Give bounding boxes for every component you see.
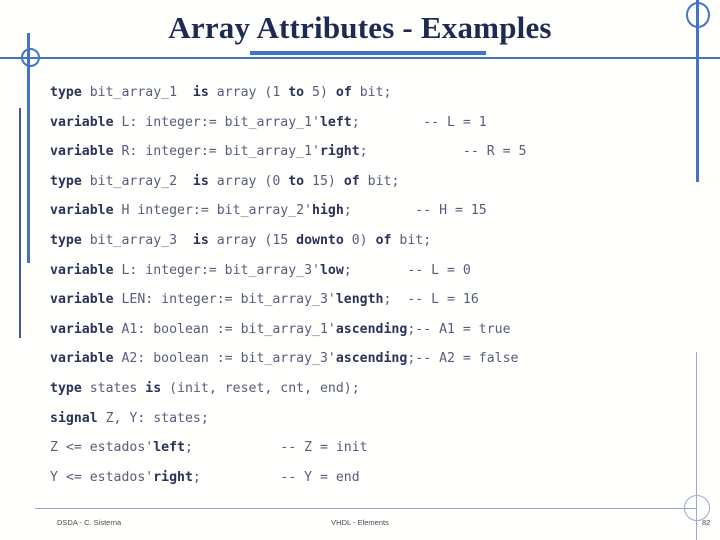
code-line: type bit_array_2 is array (0 to 15) of b… <box>50 167 700 197</box>
code-line: variable H integer:= bit_array_2'high; -… <box>50 196 700 226</box>
code-keyword: of <box>335 85 352 100</box>
footer-topic: VHDL - Elements <box>331 518 389 527</box>
slide-title: Array Attributes - Examples <box>168 10 552 45</box>
code-text: Z <= estados' <box>50 440 154 456</box>
code-line: variable A2: boolean := bit_array_3'asce… <box>50 344 700 374</box>
code-text: (init, reset, cnt, end); <box>161 380 360 396</box>
code-line: signal Z, Y: states; <box>50 404 700 434</box>
code-block: type bit_array_1 is array (1 to 5) of bi… <box>50 78 700 492</box>
code-keyword: variable <box>50 351 114 367</box>
code-comment: -- R = 5 <box>462 144 527 160</box>
code-line: Y <= estados'right; -- Y = end <box>50 463 700 493</box>
code-text: R: integer:= bit_array_1' <box>113 144 320 160</box>
code-text: ; <box>192 469 281 485</box>
code-keyword: variable <box>50 144 114 160</box>
code-comment: -- Z = init <box>280 440 368 456</box>
code-text: Z, Y: states; <box>97 410 209 426</box>
code-text: H integer:= bit_array_2' <box>113 203 313 219</box>
code-text: ; <box>184 440 281 456</box>
code-line: type bit_array_1 is array (1 to 5) of bi… <box>50 78 700 108</box>
code-text: A2: boolean := bit_array_3' <box>113 351 336 367</box>
code-keyword: is <box>192 85 209 100</box>
code-keyword: of <box>375 232 392 248</box>
code-keyword: length <box>335 292 384 308</box>
code-keyword: variable <box>50 203 114 219</box>
code-keyword: right <box>319 144 360 160</box>
code-text: bit_array_1 <box>81 85 193 100</box>
code-line: Z <= estados'left; -- Z = init <box>50 433 700 463</box>
left-circle-icon <box>21 48 40 67</box>
code-line: type bit_array_3 is array (15 downto 0) … <box>50 226 700 256</box>
code-text: ; <box>343 203 416 219</box>
code-text: LEN: integer:= bit_array_3' <box>113 292 336 308</box>
code-keyword: variable <box>50 114 114 130</box>
code-keyword: low <box>319 262 344 278</box>
code-keyword: is <box>192 173 209 189</box>
code-text: bit_array_2 <box>81 173 193 189</box>
code-keyword: ascending <box>335 351 408 367</box>
code-keyword: ascending <box>335 321 408 337</box>
code-keyword: variable <box>50 292 114 308</box>
left-vertical-thin-line <box>19 108 21 338</box>
code-line: variable L: integer:= bit_array_1'left; … <box>50 108 700 138</box>
code-text: states <box>81 380 146 396</box>
code-line: type states is (init, reset, cnt, end); <box>50 374 700 404</box>
code-keyword: is <box>145 380 162 396</box>
code-keyword: left <box>153 440 185 456</box>
title-underline-thick <box>250 51 486 55</box>
code-keyword: type <box>50 85 82 100</box>
code-keyword: to <box>288 85 305 100</box>
code-text: L: integer:= bit_array_3' <box>113 262 320 278</box>
code-keyword: left <box>319 114 352 130</box>
slide: Array Attributes - Examples type bit_arr… <box>0 0 720 540</box>
code-keyword: type <box>50 232 82 248</box>
code-line: variable L: integer:= bit_array_3'low; -… <box>50 256 700 286</box>
code-line: variable R: integer:= bit_array_1'right;… <box>50 137 700 167</box>
footer-page-number: 82 <box>702 518 711 527</box>
code-keyword: is <box>192 232 209 248</box>
code-comment: -- L = 0 <box>407 262 471 278</box>
code-text: Y <= estados' <box>50 469 154 485</box>
title-underline-thin <box>0 57 720 59</box>
code-comment: -- H = 15 <box>415 203 487 219</box>
code-line: variable LEN: integer:= bit_array_3'leng… <box>50 285 700 315</box>
code-text: ; <box>351 114 424 130</box>
code-text: 15) <box>304 173 344 189</box>
code-comment: -- L = 1 <box>423 114 487 130</box>
code-text: ; <box>343 262 408 278</box>
code-text: 0) <box>343 232 376 248</box>
left-vertical-accent-line <box>27 33 30 263</box>
code-keyword: signal <box>50 410 98 426</box>
code-keyword: type <box>50 380 82 396</box>
code-comment: -- A2 = false <box>415 351 519 367</box>
code-keyword: to <box>288 173 305 189</box>
code-text: bit_array_3 <box>81 232 193 248</box>
code-keyword: right <box>153 469 193 485</box>
code-text: A1: boolean := bit_array_1' <box>113 321 336 337</box>
code-keyword: type <box>50 173 82 189</box>
code-text: ; <box>383 292 408 308</box>
code-text: bit; <box>359 173 400 189</box>
code-keyword: variable <box>50 321 114 337</box>
code-text: 5) <box>304 85 336 100</box>
code-keyword: high <box>312 203 344 219</box>
code-comment: -- L = 16 <box>407 292 479 308</box>
code-text: ; <box>359 144 463 160</box>
code-text: L: integer:= bit_array_1' <box>113 114 320 130</box>
code-comment: -- A1 = true <box>415 321 511 337</box>
code-text: array (15 <box>208 232 297 248</box>
code-keyword: downto <box>296 232 344 248</box>
code-keyword: variable <box>50 262 114 278</box>
code-comment: -- Y = end <box>280 469 360 485</box>
code-line: variable A1: boolean := bit_array_1'asce… <box>50 315 700 345</box>
code-text: array (0 <box>208 173 289 189</box>
code-text: array (1 <box>208 85 289 100</box>
code-keyword: of <box>343 173 360 189</box>
footer-divider <box>35 508 697 509</box>
code-text: bit; <box>391 232 432 248</box>
code-text: bit; <box>351 85 392 100</box>
